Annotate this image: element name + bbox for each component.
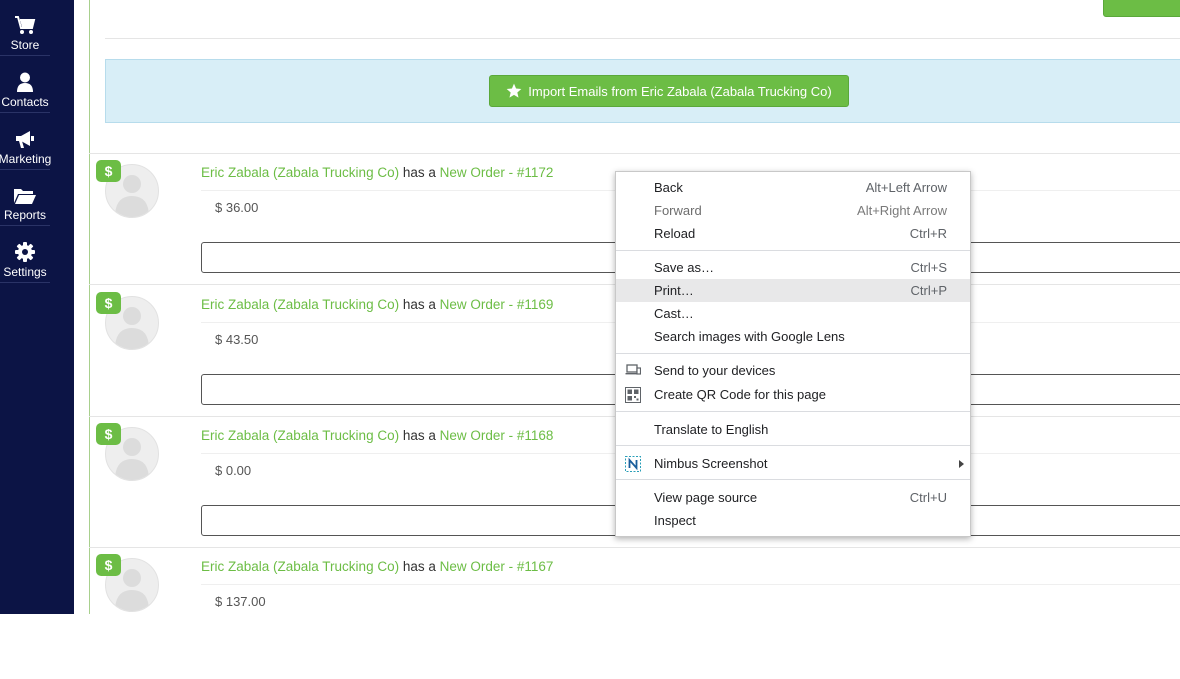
order-amount: $ 0.00 bbox=[215, 463, 252, 478]
gear-icon bbox=[15, 242, 35, 262]
order-link[interactable]: New Order - #1172 bbox=[440, 165, 554, 180]
menu-item-send-to-devices[interactable]: Send to your devices bbox=[616, 359, 970, 382]
menu-item-translate[interactable]: Translate to English bbox=[616, 418, 970, 441]
order-badge: $ bbox=[96, 292, 121, 314]
sidebar-item-label: Marketing bbox=[0, 152, 52, 166]
menu-item-google-lens[interactable]: Search images with Google Lens bbox=[616, 325, 970, 348]
menu-item-shortcut: Alt+Left Arrow bbox=[865, 180, 947, 195]
megaphone-icon bbox=[16, 131, 34, 148]
order-badge: $ bbox=[96, 554, 121, 576]
menu-item-label: Inspect bbox=[654, 513, 696, 528]
order-link[interactable]: New Order - #1167 bbox=[440, 559, 554, 574]
sidebar-divider bbox=[0, 112, 50, 113]
order-badge: $ bbox=[96, 423, 121, 445]
menu-item-label: Reload bbox=[654, 226, 696, 241]
sidebar-item-settings[interactable]: Settings bbox=[0, 227, 50, 279]
folder-icon bbox=[14, 189, 36, 204]
sidebar-item-label: Reports bbox=[3, 208, 47, 222]
sidebar-item-reports[interactable]: Reports bbox=[0, 170, 50, 222]
contact-link[interactable]: Eric Zabala (Zabala Trucking Co) bbox=[201, 165, 399, 180]
order-link[interactable]: New Order - #1169 bbox=[440, 297, 554, 312]
menu-item-label: Nimbus Screenshot bbox=[654, 456, 768, 471]
import-panel: Import Emails from Eric Zabala (Zabala T… bbox=[105, 59, 1180, 123]
entry-connector: has a bbox=[402, 428, 436, 443]
menu-separator bbox=[616, 353, 970, 354]
sidebar-divider bbox=[0, 225, 50, 226]
menu-separator bbox=[616, 411, 970, 412]
menu-item-print[interactable]: Print… Ctrl+P bbox=[616, 279, 970, 302]
menu-item-nimbus-screenshot[interactable]: Nimbus Screenshot bbox=[616, 452, 970, 475]
menu-item-label: Back bbox=[654, 180, 683, 195]
menu-separator bbox=[616, 445, 970, 446]
entry-headline: Eric Zabala (Zabala Trucking Co) has a N… bbox=[201, 297, 553, 312]
menu-item-forward[interactable]: Forward Alt+Right Arrow bbox=[616, 199, 970, 222]
menu-item-shortcut: Ctrl+R bbox=[909, 226, 947, 241]
contact-link[interactable]: Eric Zabala (Zabala Trucking Co) bbox=[201, 428, 399, 443]
sidebar-item-label: Settings bbox=[3, 265, 47, 279]
menu-item-label: Create QR Code for this page bbox=[654, 387, 826, 402]
person-icon bbox=[17, 72, 33, 92]
menu-item-cast[interactable]: Cast… bbox=[616, 302, 970, 325]
divider bbox=[201, 584, 1180, 585]
menu-item-shortcut: Alt+Right Arrow bbox=[857, 203, 947, 218]
sidebar-item-marketing[interactable]: Marketing bbox=[0, 114, 52, 166]
order-amount: $ 137.00 bbox=[215, 594, 266, 609]
sidebar-item-label: Contacts bbox=[1, 95, 49, 109]
import-emails-label: Import Emails from Eric Zabala (Zabala T… bbox=[528, 83, 832, 99]
devices-icon bbox=[625, 364, 641, 375]
menu-item-label: View page source bbox=[654, 490, 758, 505]
sidebar-divider bbox=[0, 55, 50, 56]
cart-icon bbox=[15, 16, 36, 34]
order-amount: $ 36.00 bbox=[215, 200, 259, 215]
entry-headline: Eric Zabala (Zabala Trucking Co) has a N… bbox=[201, 165, 553, 180]
entry-connector: has a bbox=[402, 559, 436, 574]
qr-code-icon bbox=[625, 387, 641, 403]
sidebar-divider bbox=[0, 282, 50, 283]
sidebar-item-store[interactable]: Store bbox=[0, 0, 50, 52]
sidebar: Store Contacts Marketing Reports Setting… bbox=[0, 0, 74, 614]
menu-item-back[interactable]: Back Alt+Left Arrow bbox=[616, 176, 970, 199]
menu-item-shortcut: Ctrl+S bbox=[910, 260, 947, 275]
entry-connector: has a bbox=[402, 165, 436, 180]
order-badge: $ bbox=[96, 160, 121, 182]
nimbus-icon bbox=[625, 456, 641, 472]
menu-item-label: Save as… bbox=[654, 260, 714, 275]
contact-link[interactable]: Eric Zabala (Zabala Trucking Co) bbox=[201, 559, 399, 574]
menu-item-save-as[interactable]: Save as… Ctrl+S bbox=[616, 256, 970, 279]
menu-item-label: Cast… bbox=[654, 306, 694, 321]
menu-item-reload[interactable]: Reload Ctrl+R bbox=[616, 222, 970, 245]
star-icon bbox=[506, 83, 522, 98]
sidebar-item-label: Store bbox=[10, 38, 40, 52]
menu-item-label: Forward bbox=[654, 203, 702, 218]
submenu-arrow-icon bbox=[959, 460, 964, 468]
entry-headline: Eric Zabala (Zabala Trucking Co) has a N… bbox=[201, 428, 553, 443]
menu-item-shortcut: Ctrl+P bbox=[910, 283, 947, 298]
menu-item-qr-code[interactable]: Create QR Code for this page bbox=[616, 383, 970, 406]
sidebar-item-contacts[interactable]: Contacts bbox=[0, 57, 50, 109]
menu-item-label: Search images with Google Lens bbox=[654, 329, 845, 344]
entry-connector: has a bbox=[402, 297, 436, 312]
menu-item-label: Print… bbox=[654, 283, 694, 298]
menu-item-view-source[interactable]: View page source Ctrl+U bbox=[616, 486, 970, 509]
import-emails-button[interactable]: Import Emails from Eric Zabala (Zabala T… bbox=[489, 75, 849, 107]
menu-item-label: Translate to English bbox=[654, 422, 769, 437]
menu-item-inspect[interactable]: Inspect bbox=[616, 509, 970, 532]
menu-item-label: Send to your devices bbox=[654, 363, 776, 378]
menu-separator bbox=[616, 250, 970, 251]
menu-item-shortcut: Ctrl+U bbox=[909, 490, 947, 505]
menu-separator bbox=[616, 479, 970, 480]
divider bbox=[105, 38, 1180, 39]
order-link[interactable]: New Order - #1168 bbox=[440, 428, 554, 443]
context-menu: Back Alt+Left Arrow Forward Alt+Right Ar… bbox=[615, 171, 971, 537]
entry-headline: Eric Zabala (Zabala Trucking Co) has a N… bbox=[201, 559, 553, 574]
top-action-button[interactable] bbox=[1103, 0, 1180, 17]
order-amount: $ 43.50 bbox=[215, 332, 259, 347]
contact-link[interactable]: Eric Zabala (Zabala Trucking Co) bbox=[201, 297, 399, 312]
